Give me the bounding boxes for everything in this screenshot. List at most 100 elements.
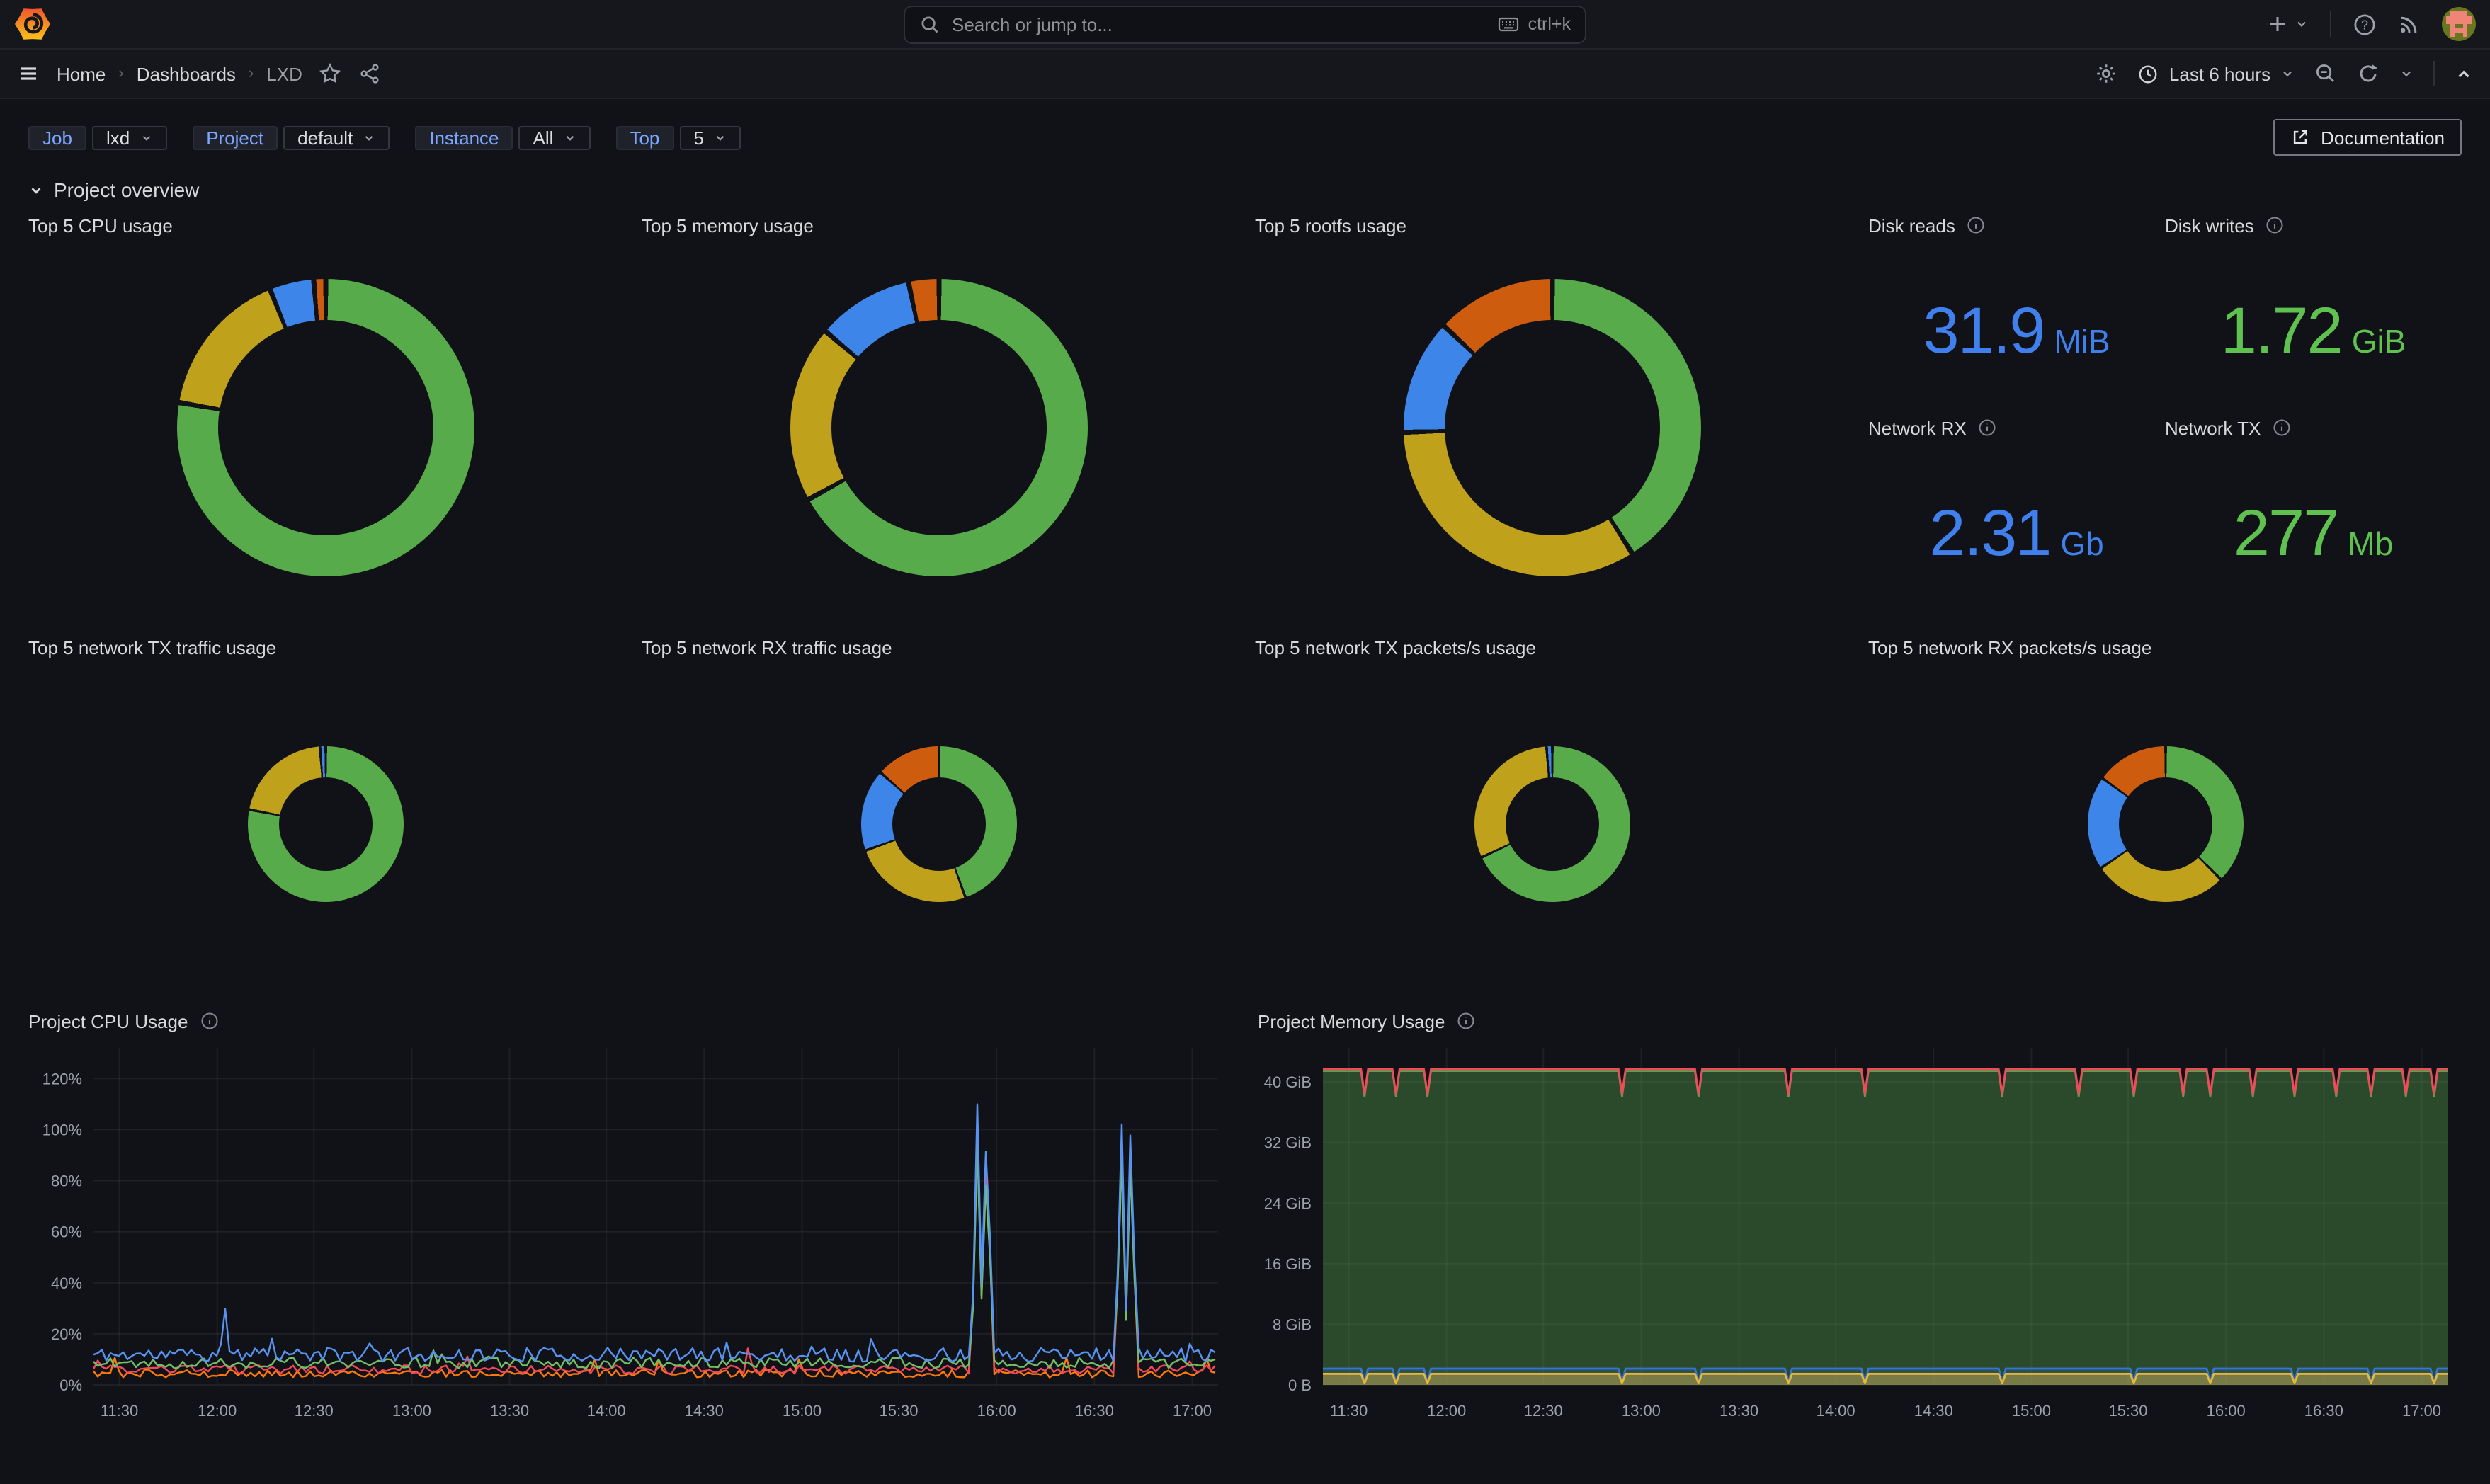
network-tx-traffic-donut-chart[interactable] <box>247 746 403 902</box>
add-button[interactable] <box>2266 13 2309 35</box>
filter-instance: Instance All <box>415 125 590 149</box>
dashboard-nav-bar: Home › Dashboards › LXD Last 6 hours <box>0 50 2490 99</box>
filter-job-value[interactable]: lxd <box>92 125 166 149</box>
grafana-logo[interactable] <box>14 6 51 42</box>
dashboard-settings-gear-icon[interactable] <box>2096 62 2118 85</box>
breadcrumb-home[interactable]: Home <box>57 63 106 84</box>
svg-text:16:30: 16:30 <box>2304 1402 2343 1420</box>
refresh-interval-chevron-icon[interactable] <box>2399 67 2414 81</box>
panel-title[interactable]: Top 5 network TX traffic usage <box>28 632 622 663</box>
external-link-icon <box>2290 127 2309 147</box>
collapse-chevron-up-icon[interactable] <box>2455 64 2473 83</box>
panel-network-rx: Network RX 2.31Gb <box>1868 412 2165 615</box>
time-range-picker[interactable]: Last 6 hours <box>2138 63 2295 84</box>
memory-usage-timeseries-chart[interactable]: 0 B8 GiB16 GiB24 GiB32 GiB40 GiB11:3012:… <box>1258 1037 2462 1439</box>
search-shortcut: ctrl+k <box>1497 13 1571 35</box>
search-input[interactable]: Search or jump to... ctrl+k <box>904 5 1586 43</box>
panel-top5-network-rx-packets: Top 5 network RX packets/s usage <box>1868 632 2462 986</box>
disk-reads-value: 31.9MiB <box>1868 292 2165 368</box>
svg-text:17:00: 17:00 <box>2402 1402 2441 1420</box>
filter-instance-label: Instance <box>415 125 513 149</box>
svg-text:15:30: 15:30 <box>879 1402 918 1420</box>
svg-text:60%: 60% <box>51 1223 82 1241</box>
svg-text:0 B: 0 B <box>1288 1376 1312 1394</box>
search-shortcut-label: ctrl+k <box>1528 14 1571 34</box>
menu-hamburger-icon[interactable] <box>17 62 40 85</box>
variable-filters: Job lxd Project default Instance All Top… <box>28 119 2462 156</box>
cpu-usage-timeseries-chart[interactable]: 0%20%40%60%80%100%120%11:3012:0012:3013:… <box>28 1037 1232 1439</box>
svg-text:13:00: 13:00 <box>392 1402 431 1420</box>
network-rx-value: 2.31Gb <box>1868 494 2165 571</box>
breadcrumb: Home › Dashboards › LXD <box>57 63 302 84</box>
panel-title[interactable]: Top 5 memory usage <box>642 210 1235 241</box>
search-icon <box>919 13 940 35</box>
svg-text:14:30: 14:30 <box>685 1402 724 1420</box>
svg-text:12:00: 12:00 <box>1427 1402 1466 1420</box>
avatar[interactable] <box>2442 7 2476 41</box>
filter-instance-value[interactable]: All <box>519 125 591 149</box>
panel-title[interactable]: Top 5 CPU usage <box>28 210 622 241</box>
network-rx-traffic-donut-chart[interactable] <box>860 746 1016 902</box>
panel-disk-reads: Disk reads 31.9MiB <box>1868 210 2165 412</box>
info-icon[interactable] <box>1978 418 1998 438</box>
svg-text:16:00: 16:00 <box>977 1402 1016 1420</box>
svg-text:13:30: 13:30 <box>490 1402 529 1420</box>
info-icon[interactable] <box>2272 418 2292 438</box>
row-project-overview[interactable]: Project overview <box>28 178 2462 201</box>
panel-title: Project Memory Usage <box>1258 1010 1445 1032</box>
zoom-out-icon[interactable] <box>2314 62 2337 85</box>
filter-top-value[interactable]: 5 <box>679 125 740 149</box>
svg-text:13:30: 13:30 <box>1719 1402 1758 1420</box>
panel-title[interactable]: Top 5 network RX traffic usage <box>642 632 1235 663</box>
rootfs-usage-donut-chart[interactable] <box>1403 279 1700 576</box>
info-icon[interactable] <box>1967 215 1986 235</box>
filter-project-value[interactable]: default <box>283 125 390 149</box>
memory-usage-donut-chart[interactable] <box>790 279 1087 576</box>
filter-project: Project default <box>192 125 390 149</box>
info-icon[interactable] <box>1456 1011 1476 1031</box>
filter-job-label: Job <box>28 125 86 149</box>
documentation-button[interactable]: Documentation <box>2273 119 2462 156</box>
help-icon[interactable]: ? <box>2353 12 2377 36</box>
info-icon[interactable] <box>199 1011 219 1031</box>
news-rss-icon[interactable] <box>2398 13 2421 35</box>
panel-title: Project CPU Usage <box>28 1010 188 1032</box>
breadcrumb-dashboards[interactable]: Dashboards <box>137 63 236 84</box>
info-icon[interactable] <box>2266 215 2285 235</box>
svg-text:12:00: 12:00 <box>198 1402 237 1420</box>
network-rx-packets-donut-chart[interactable] <box>2087 746 2243 902</box>
stat-title: Network TX <box>2165 417 2261 438</box>
svg-text:17:00: 17:00 <box>1173 1402 1212 1420</box>
clock-icon <box>2138 63 2159 84</box>
svg-text:11:30: 11:30 <box>101 1402 138 1420</box>
panel-title[interactable]: Top 5 network RX packets/s usage <box>1868 632 2462 663</box>
svg-text:12:30: 12:30 <box>1524 1402 1563 1420</box>
panel-title[interactable]: Top 5 network TX packets/s usage <box>1255 632 1848 663</box>
panel-project-cpu-usage: Project CPU Usage 0%20%40%60%80%100%120%… <box>28 1005 1232 1439</box>
stat-title: Disk writes <box>2165 215 2254 236</box>
topbar-divider <box>2330 11 2331 37</box>
filter-job: Job lxd <box>28 125 166 149</box>
svg-text:16:00: 16:00 <box>2207 1402 2246 1420</box>
breadcrumb-separator: › <box>249 65 254 82</box>
svg-text:?: ? <box>2361 17 2368 31</box>
panel-title[interactable]: Top 5 rootfs usage <box>1255 210 1848 241</box>
refresh-icon[interactable] <box>2357 62 2380 85</box>
share-icon[interactable] <box>359 62 382 85</box>
favorite-star-icon[interactable] <box>319 62 342 85</box>
panel-top5-network-tx-packets: Top 5 network TX packets/s usage <box>1255 632 1848 986</box>
navbar-divider <box>2433 61 2435 86</box>
svg-text:32 GiB: 32 GiB <box>1264 1134 1312 1152</box>
svg-text:24 GiB: 24 GiB <box>1264 1194 1312 1212</box>
keyboard-icon <box>1497 13 1520 35</box>
panel-top5-network-tx-traffic: Top 5 network TX traffic usage <box>28 632 622 986</box>
network-tx-packets-donut-chart[interactable] <box>1474 746 1630 902</box>
panel-project-memory-usage: Project Memory Usage 0 B8 GiB16 GiB24 Gi… <box>1258 1005 2462 1439</box>
filter-project-label: Project <box>192 125 278 149</box>
svg-text:14:00: 14:00 <box>587 1402 626 1420</box>
cpu-usage-donut-chart[interactable] <box>176 279 474 576</box>
panel-top5-memory-usage: Top 5 memory usage <box>642 210 1235 615</box>
documentation-label: Documentation <box>2321 127 2445 148</box>
breadcrumb-current: LXD <box>266 63 302 84</box>
grafana-dashboard: Search or jump to... ctrl+k ? <box>0 0 2490 1484</box>
